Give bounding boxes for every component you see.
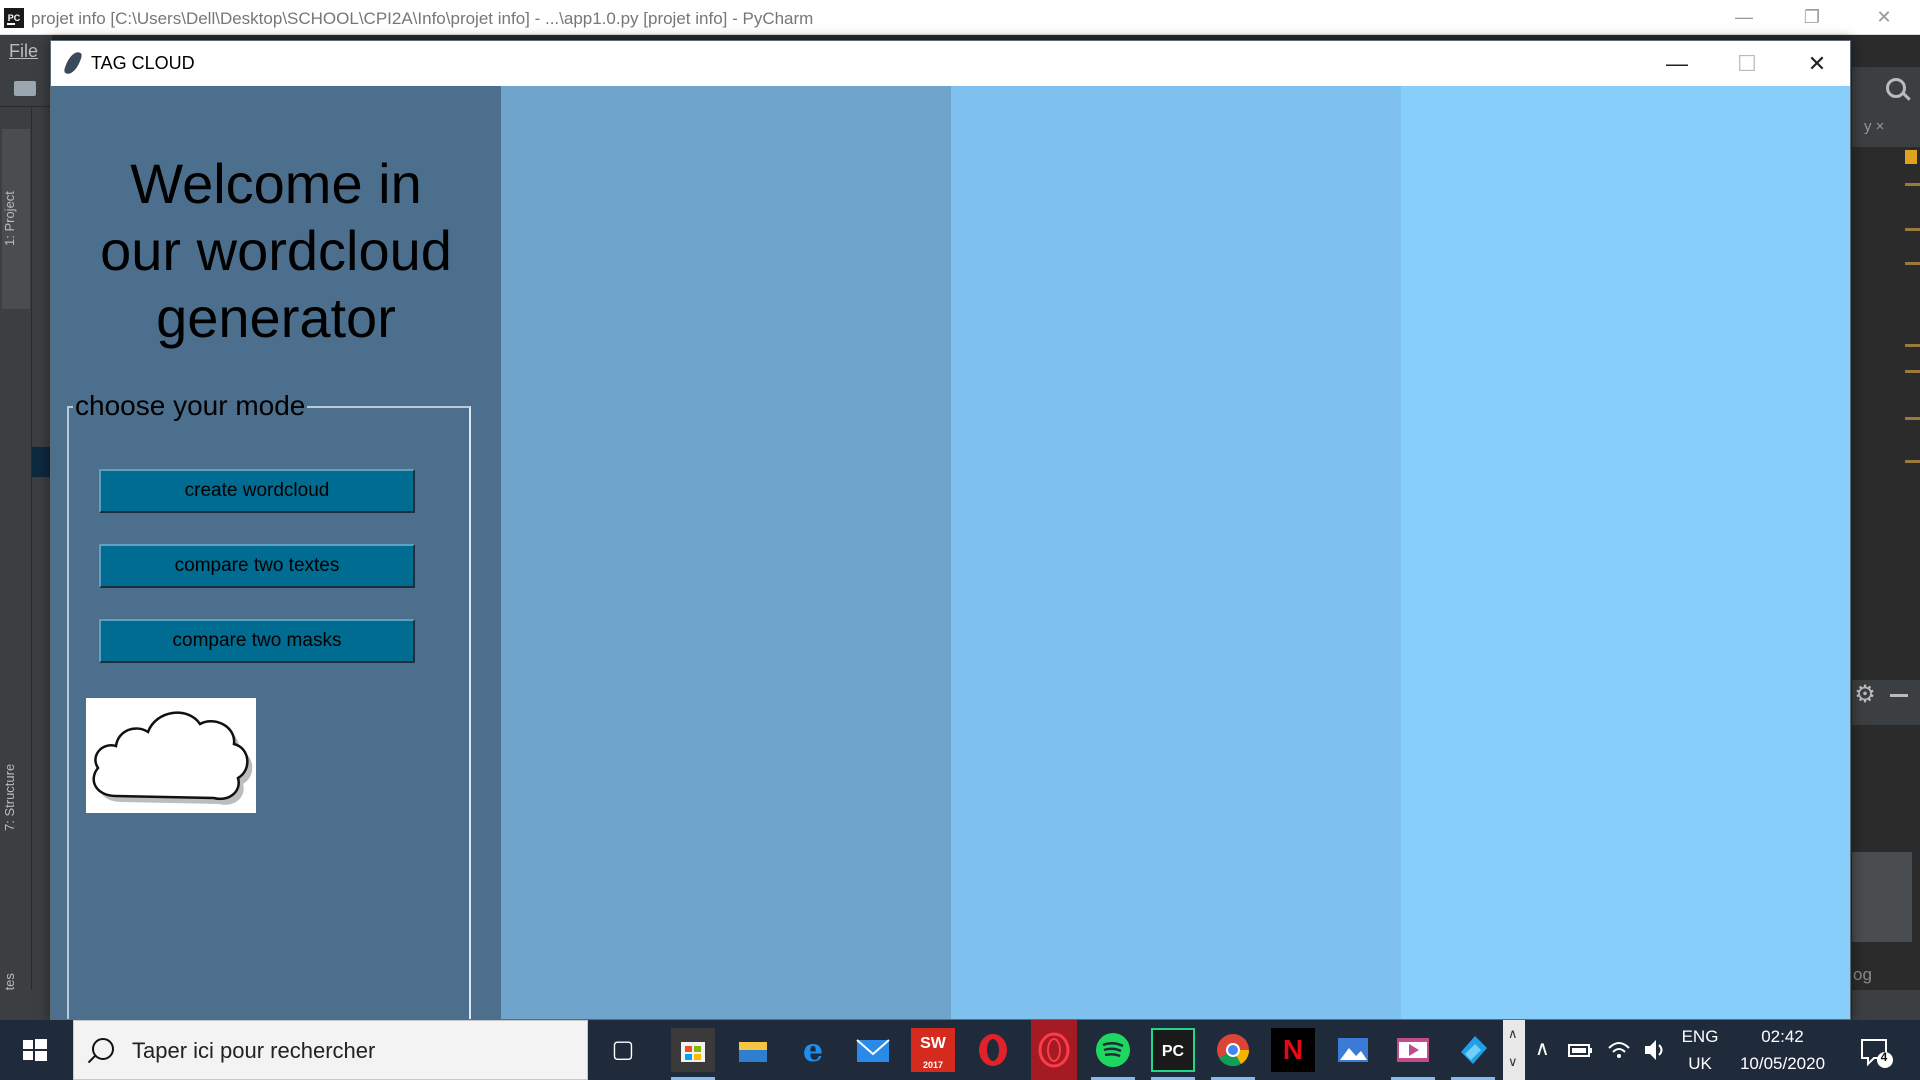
chrome-icon[interactable] [1211, 1028, 1255, 1072]
pycharm-panel-block [1852, 852, 1912, 942]
menu-file[interactable]: File [9, 41, 38, 62]
project-tree-selected-row[interactable] [32, 447, 52, 477]
pycharm-project-panel [32, 107, 52, 1007]
pycharm-titlebar: PC projet info [C:\Users\Dell\Desktop\SC… [0, 0, 1920, 35]
tag-cloud-window: TAG CLOUD — ☐ ✕ Welcome in our wordcloud… [50, 40, 1851, 1020]
remote-desktop-icon[interactable] [1451, 1028, 1495, 1072]
maximize-button[interactable]: ☐ [1712, 41, 1782, 86]
pycharm-close-button[interactable]: ✕ [1856, 0, 1912, 35]
battery-icon[interactable] [1566, 1028, 1596, 1072]
folder-icon[interactable] [14, 81, 36, 96]
pycharm-minimize-button[interactable]: — [1716, 0, 1772, 35]
microsoft-store-icon[interactable] [671, 1028, 715, 1072]
task-view-icon[interactable]: ▢ [601, 1028, 645, 1072]
pycharm-tool-window-strip: 1: Project 7: Structure 2: Favorites [0, 107, 32, 1041]
pycharm-restore-button[interactable]: ❐ [1784, 0, 1840, 35]
pycharm-window-title: projet info [C:\Users\Dell\Desktop\SCHOO… [31, 9, 814, 28]
pycharm-editor-tabs: y × [1852, 112, 1920, 147]
warning-marker-icon [1905, 150, 1917, 164]
solidworks-icon[interactable]: SW 2017 [911, 1028, 955, 1072]
cloud-logo-image [86, 698, 256, 813]
edge-icon[interactable]: e [791, 1028, 835, 1072]
scroll-marker [1905, 262, 1920, 265]
start-button[interactable] [0, 1020, 70, 1080]
create-wordcloud-button[interactable]: create wordcloud [99, 469, 415, 513]
volume-icon[interactable] [1640, 1028, 1670, 1072]
windows-logo-icon [23, 1039, 47, 1061]
solidworks-year: 2017 [922, 1060, 944, 1070]
welcome-heading: Welcome in our wordcloud generator [100, 152, 452, 349]
compare-texts-button[interactable]: compare two textes [99, 544, 415, 588]
scroll-marker [1905, 417, 1920, 420]
photos-icon[interactable] [1331, 1028, 1375, 1072]
window-title: TAG CLOUD [91, 53, 195, 73]
pycharm-taskbar-icon[interactable]: PC [1151, 1028, 1195, 1072]
show-hidden-icons-icon[interactable]: ∧ [1535, 1036, 1550, 1061]
scroll-marker [1905, 370, 1920, 373]
video-editor-icon[interactable] [1391, 1028, 1435, 1072]
pycharm-menubar: File [0, 35, 52, 67]
compare-masks-button[interactable]: compare two masks [99, 619, 415, 663]
search-everywhere-icon[interactable] [1886, 78, 1906, 98]
pycharm-status-left [0, 990, 52, 1020]
close-button[interactable]: ✕ [1782, 41, 1850, 86]
scroll-marker [1905, 460, 1920, 463]
scroll-marker [1905, 344, 1920, 347]
language-indicator-bottom[interactable]: UK [1680, 1054, 1720, 1074]
taskbar-search-box[interactable]: Taper ici pour rechercher [73, 1020, 588, 1080]
chevron-up-icon[interactable]: ∧ [1508, 1026, 1518, 1042]
search-placeholder: Taper ici pour rechercher [132, 1038, 376, 1063]
editor-tab-fragment[interactable]: y × [1864, 118, 1884, 135]
pycharm-status-right [1852, 990, 1920, 1020]
pycharm-logo-icon: PC [4, 8, 24, 28]
pycharm-editor-area [1852, 147, 1920, 637]
opera-gx-icon[interactable] [1031, 1020, 1077, 1080]
pycharm-navbar [0, 67, 52, 107]
taskbar-scroll-arrows[interactable]: ∧ ∨ [1503, 1020, 1525, 1080]
tag-cloud-titlebar: TAG CLOUD — ☐ ✕ [51, 41, 1850, 86]
scroll-marker [1905, 183, 1920, 186]
display-panel-2 [951, 86, 1401, 1019]
feather-icon [63, 49, 83, 77]
notification-count: 4 [1880, 1050, 1888, 1064]
cloud-icon [92, 711, 253, 805]
event-log-fragment[interactable]: og [1853, 965, 1872, 985]
chevron-down-icon[interactable]: ∨ [1508, 1054, 1518, 1070]
netflix-icon[interactable]: N [1271, 1028, 1315, 1072]
clock-date[interactable]: 10/05/2020 [1730, 1054, 1835, 1074]
tool-tab-structure[interactable]: 7: Structure [2, 687, 30, 907]
minimize-button[interactable]: — [1642, 41, 1712, 86]
solidworks-label: SW [920, 1035, 946, 1052]
sidebar: Welcome in our wordcloud generator choos… [51, 86, 501, 1019]
hide-panel-icon[interactable] [1890, 694, 1908, 697]
gear-icon[interactable]: ⚙ [1852, 682, 1878, 708]
display-panel-3 [1401, 86, 1850, 1019]
tool-tab-project[interactable]: 1: Project [2, 129, 30, 309]
display-panel-1 [501, 86, 951, 1019]
language-indicator-top[interactable]: ENG [1680, 1027, 1720, 1047]
opera-icon[interactable] [971, 1028, 1015, 1072]
scroll-marker [1905, 228, 1920, 231]
mail-icon[interactable] [851, 1028, 895, 1072]
mode-labelframe-title: choose your mode [73, 390, 308, 422]
file-explorer-icon[interactable] [731, 1028, 775, 1072]
wifi-icon[interactable] [1604, 1028, 1634, 1072]
notification-center-icon[interactable] [1852, 1028, 1898, 1072]
tag-cloud-content: Welcome in our wordcloud generator choos… [51, 86, 1850, 1019]
search-icon [92, 1038, 114, 1060]
spotify-icon[interactable] [1091, 1028, 1135, 1072]
windows-taskbar: Taper ici pour rechercher ▢ e SW 2017 PC… [0, 1020, 1920, 1080]
clock-time[interactable]: 02:42 [1730, 1027, 1835, 1047]
